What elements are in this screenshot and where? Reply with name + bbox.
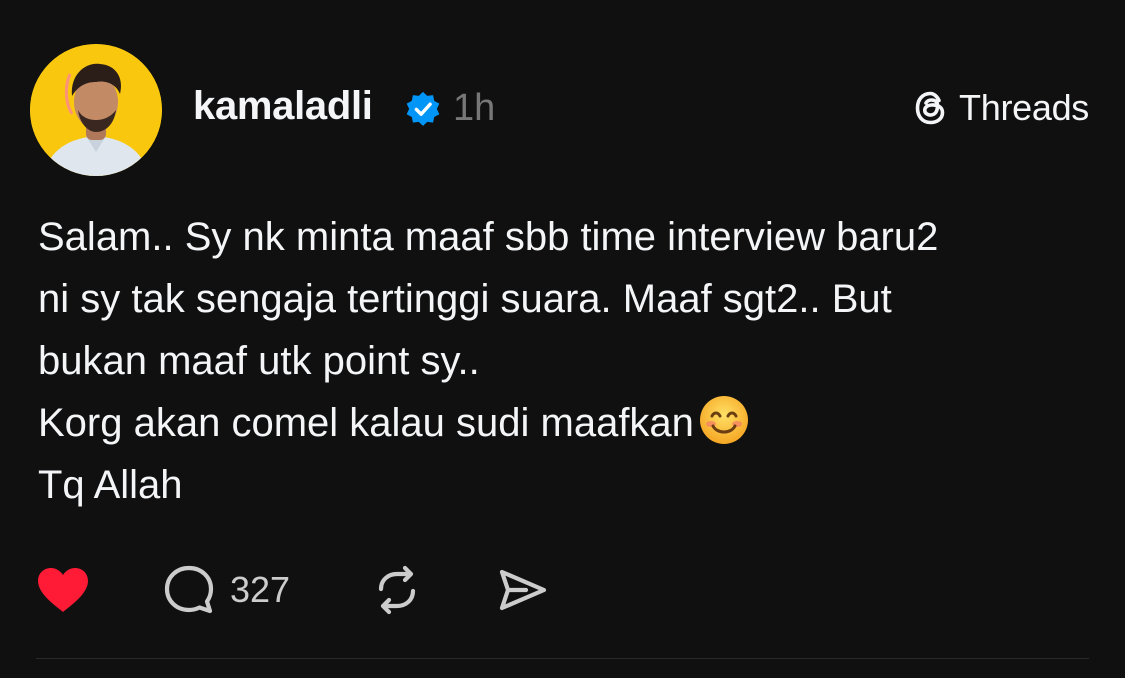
post-line: Korg akan comel kalau sudi maafkan (38, 401, 694, 445)
comment-icon (164, 565, 214, 614)
post-line: bukan maaf utk point sy.. (38, 339, 480, 383)
repost-button[interactable] (370, 560, 424, 620)
like-button[interactable] (36, 560, 90, 620)
repost-icon (378, 565, 416, 615)
thread-post: kamaladli 1h Threads Salam.. Sy nk minta… (0, 0, 1125, 678)
threads-brand[interactable]: Threads (911, 86, 1089, 130)
username[interactable]: kamaladli (193, 84, 373, 129)
comment-count: 327 (230, 569, 291, 610)
post-line-with-emoji: Korg akan comel kalau sudi maafkan (38, 392, 1098, 454)
threads-label: Threads (959, 87, 1089, 128)
heart-icon (38, 568, 88, 612)
divider (36, 658, 1089, 659)
share-button[interactable] (496, 560, 550, 620)
post-line: ni sy tak sengaja tertinggi suara. Maaf … (38, 277, 892, 321)
post-line: Salam.. Sy nk minta maaf sbb time interv… (38, 215, 939, 259)
comment-button[interactable]: 327 (162, 560, 290, 620)
avatar[interactable] (30, 44, 162, 176)
share-icon (499, 569, 547, 611)
post-body: Salam.. Sy nk minta maaf sbb time interv… (38, 206, 1098, 516)
verified-badge-icon (406, 91, 440, 126)
post-line: Tq Allah (38, 463, 183, 507)
smiling-face-emoji (699, 396, 748, 444)
threads-logo-icon (915, 91, 945, 125)
timestamp: 1h (453, 87, 496, 129)
